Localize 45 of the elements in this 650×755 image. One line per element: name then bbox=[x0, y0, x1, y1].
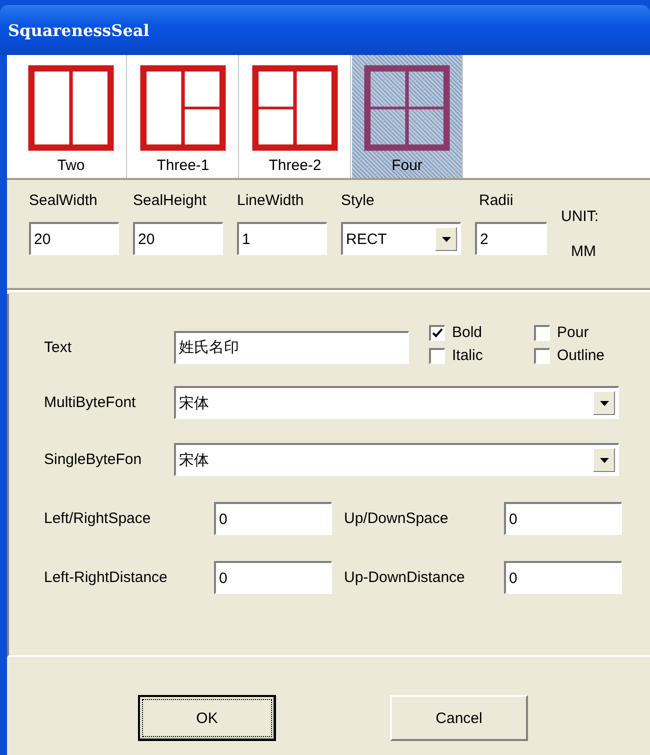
field-label: LineWidth bbox=[237, 192, 305, 211]
checkbox[interactable] bbox=[429, 348, 445, 364]
field-label: Up/DownSpace bbox=[344, 510, 450, 527]
layout-option[interactable]: Three-1 bbox=[127, 55, 239, 178]
input-field[interactable]: 0 bbox=[504, 561, 622, 594]
checkbox-label: Italic bbox=[452, 347, 483, 364]
unit-value: MM bbox=[570, 243, 597, 260]
dialog-button[interactable]: OK bbox=[138, 695, 276, 741]
checkbox-label: Bold bbox=[452, 324, 482, 341]
field-label: MultiByteFont bbox=[44, 394, 137, 411]
seal-layout-icon bbox=[250, 63, 340, 153]
field-label: Left-RightDistance bbox=[44, 569, 168, 586]
field-label: Up-DownDistance bbox=[344, 569, 466, 586]
layout-option[interactable]: Three-2 bbox=[239, 55, 351, 178]
input-field[interactable]: 20 bbox=[29, 222, 119, 255]
seal-layout-icon bbox=[362, 63, 452, 153]
field-label: Text bbox=[44, 338, 73, 356]
unit-label: UNIT: bbox=[561, 208, 598, 225]
text-input-field[interactable]: 姓氏名印 bbox=[174, 330, 409, 364]
input-field[interactable]: 2 bbox=[475, 222, 547, 255]
field-label: Left/RightSpace bbox=[44, 510, 152, 527]
checkbox-label: Pour bbox=[557, 324, 589, 341]
checkbox-label: Outline bbox=[557, 347, 605, 364]
input-field[interactable]: 20 bbox=[133, 222, 223, 255]
input-field[interactable]: 0 bbox=[504, 502, 622, 535]
window-title: SquarenessSeal bbox=[8, 20, 150, 40]
seal-layout-icon bbox=[26, 63, 116, 153]
seal-layout-icon bbox=[138, 63, 228, 153]
field-label: SealWidth bbox=[29, 192, 98, 211]
dialog-button[interactable]: Cancel bbox=[390, 695, 528, 741]
field-label: SealHeight bbox=[133, 192, 208, 211]
input-field[interactable]: 1 bbox=[237, 222, 327, 255]
input-field[interactable]: 0 bbox=[214, 502, 332, 535]
field-label: SingleByteFon bbox=[44, 451, 143, 468]
checkbox[interactable] bbox=[534, 348, 550, 364]
font-dropdown[interactable]: 宋体 bbox=[174, 386, 619, 419]
font-dropdown[interactable]: 宋体 bbox=[174, 443, 619, 476]
style-dropdown[interactable]: RECT bbox=[341, 222, 461, 255]
input-field[interactable]: 0 bbox=[214, 561, 332, 594]
field-label: Style bbox=[341, 192, 376, 211]
field-label: Radii bbox=[478, 192, 514, 211]
layout-option[interactable]: Four bbox=[351, 55, 463, 178]
checkbox[interactable] bbox=[534, 324, 550, 340]
checkbox[interactable] bbox=[429, 324, 445, 340]
layout-option[interactable]: Two bbox=[15, 55, 127, 178]
